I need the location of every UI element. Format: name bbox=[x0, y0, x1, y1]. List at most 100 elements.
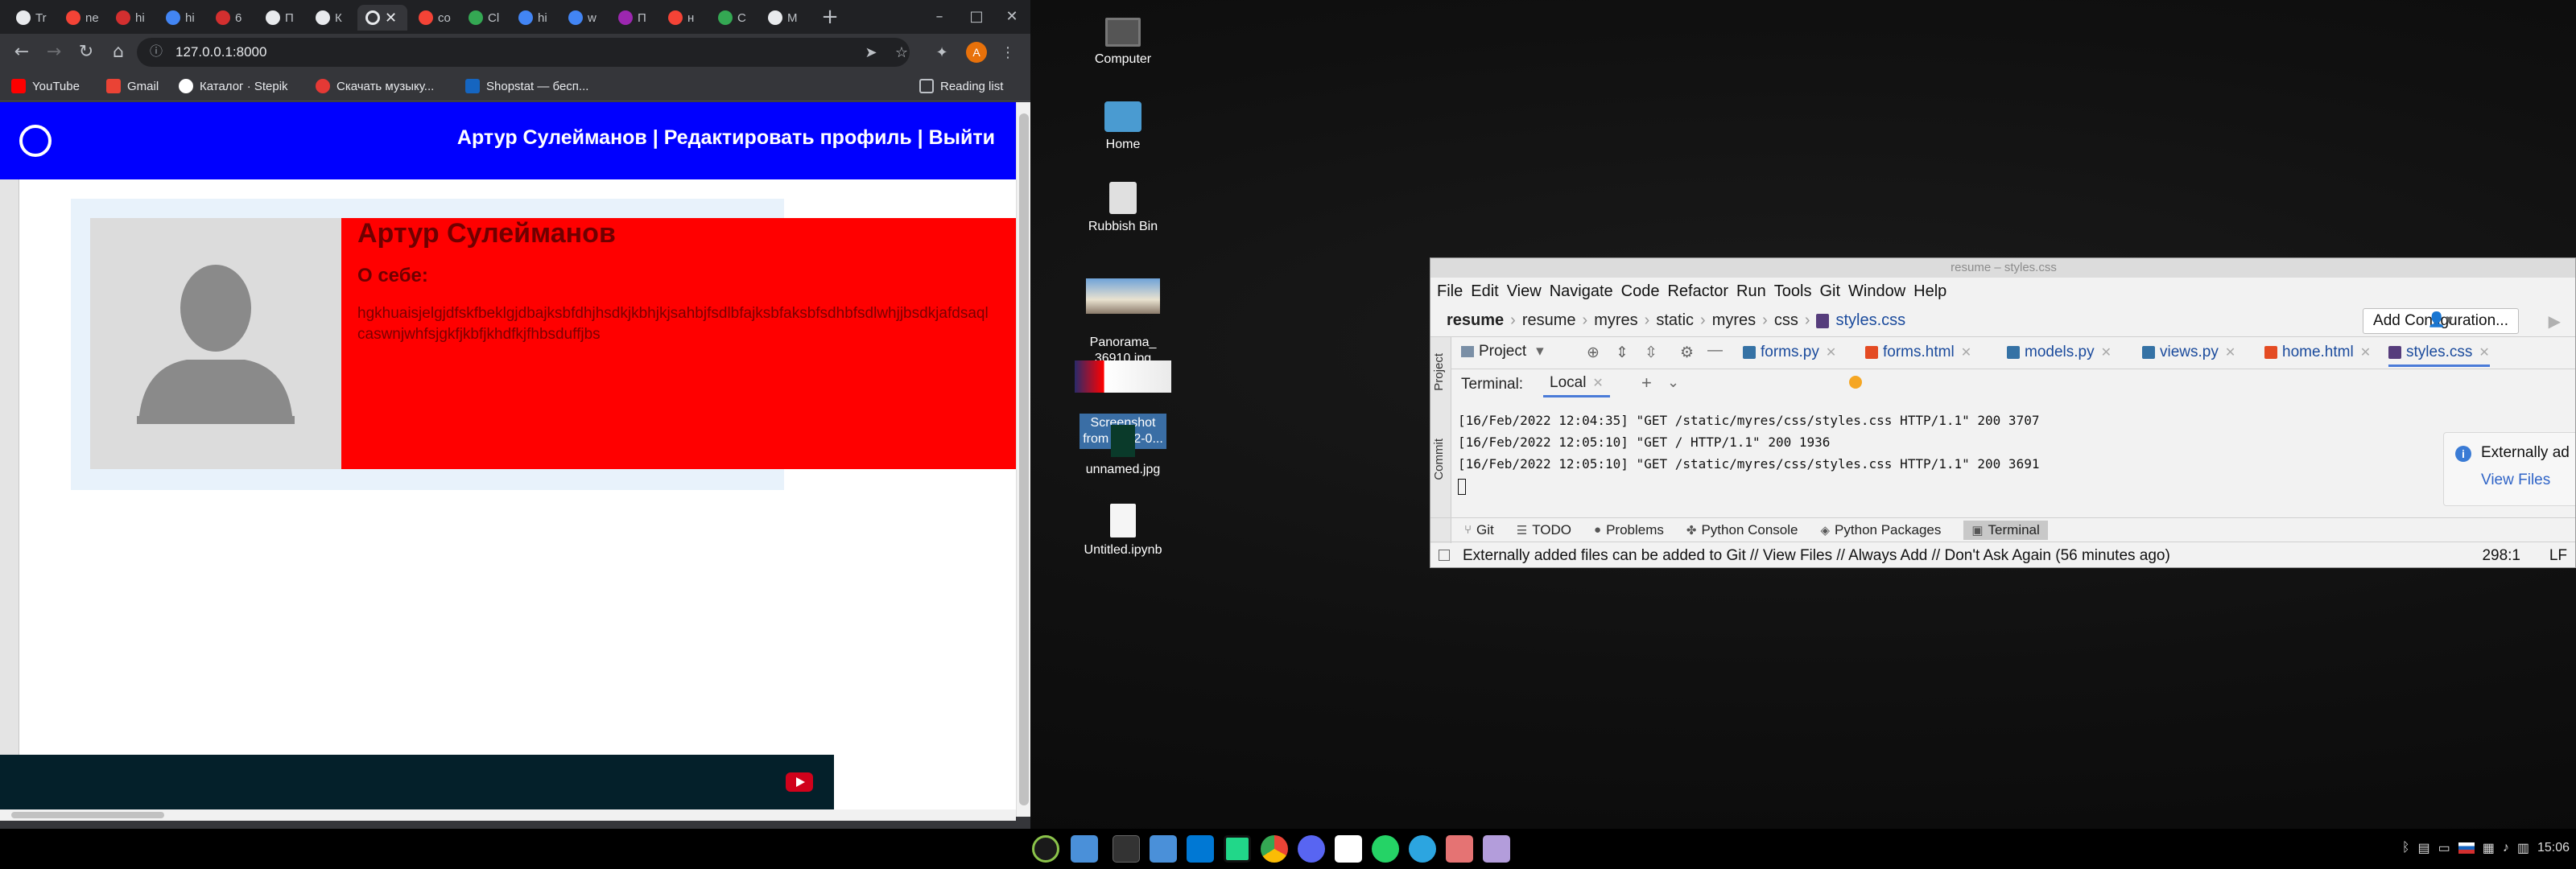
vertical-scrollbar[interactable] bbox=[1016, 102, 1030, 817]
new-tab-button[interactable]: + bbox=[818, 5, 842, 29]
menu-navigate[interactable]: Navigate bbox=[1550, 282, 1613, 301]
menu-view[interactable]: View bbox=[1507, 282, 1542, 301]
line-separator[interactable]: LF bbox=[2549, 547, 2567, 565]
profile-avatar[interactable]: A bbox=[966, 42, 987, 63]
scroll-thumb[interactable] bbox=[1019, 113, 1029, 805]
telegram-app-icon[interactable] bbox=[1409, 835, 1436, 863]
site-logo-icon[interactable] bbox=[19, 125, 52, 157]
battery-icon[interactable]: ▭ bbox=[2438, 840, 2450, 856]
browser-tab[interactable]: co bbox=[411, 5, 457, 31]
blank-app-icon[interactable] bbox=[1335, 835, 1362, 863]
bottom-tab-git[interactable]: ⑂ Git bbox=[1464, 522, 1494, 538]
site-info-icon[interactable]: ⓘ bbox=[150, 38, 163, 67]
menu-window[interactable]: Window bbox=[1848, 282, 1905, 301]
close-icon[interactable]: ✕ bbox=[2225, 344, 2235, 360]
image-viewer-app-icon[interactable] bbox=[1446, 835, 1473, 863]
browser-tab[interactable]: 6 bbox=[208, 5, 254, 31]
whatsapp-app-icon[interactable] bbox=[1372, 835, 1399, 863]
browser-tab[interactable]: C bbox=[710, 5, 757, 31]
bookmark-shopstat[interactable]: Shopstat — бесп... bbox=[465, 77, 588, 95]
menu-dots-icon[interactable]: ⋮ bbox=[998, 43, 1018, 63]
breadcrumb-item[interactable]: myres bbox=[1594, 311, 1637, 330]
browser-tab[interactable]: hi bbox=[510, 5, 557, 31]
tab-home-html[interactable]: home.html ✕ bbox=[2264, 344, 2371, 361]
menu-run[interactable]: Run bbox=[1736, 282, 1766, 301]
address-bar[interactable]: ⓘ 127.0.0.1:8000 bbox=[137, 38, 910, 67]
display-icon[interactable]: ▦ bbox=[2483, 840, 2495, 856]
network-icon[interactable]: ▤ bbox=[2417, 840, 2429, 856]
project-view-dropdown[interactable]: Project ▾ bbox=[1461, 342, 1544, 360]
desktop-icon-rubbish-bin[interactable]: Rubbish Bin bbox=[1075, 182, 1171, 235]
back-icon[interactable]: ← bbox=[10, 40, 34, 64]
extensions-icon[interactable]: ✦ bbox=[932, 43, 952, 63]
clock[interactable]: 15:06 bbox=[2537, 841, 2570, 855]
gear-icon[interactable]: ⚙ bbox=[1680, 344, 1694, 362]
chrome-app-icon[interactable] bbox=[1261, 835, 1288, 863]
browser-tab[interactable]: Cl bbox=[460, 5, 507, 31]
minimize-icon[interactable]: – bbox=[926, 5, 953, 29]
terminal-output[interactable]: [16/Feb/2022 12:04:35] "GET /static/myre… bbox=[1458, 410, 2182, 496]
scroll-thumb[interactable] bbox=[11, 812, 164, 818]
browser-tab[interactable]: К bbox=[308, 5, 354, 31]
terminal-app-icon[interactable] bbox=[1113, 835, 1140, 863]
chevron-down-icon[interactable]: ⌄ bbox=[1667, 374, 1679, 391]
view-files-link[interactable]: View Files bbox=[2481, 472, 2550, 489]
keyboard-layout-icon[interactable] bbox=[2458, 842, 2475, 854]
menu-refactor[interactable]: Refactor bbox=[1667, 282, 1728, 301]
tab-forms-html[interactable]: forms.html ✕ bbox=[1865, 344, 1971, 361]
notes-app-icon[interactable] bbox=[1483, 835, 1510, 863]
breadcrumb-item[interactable]: myres bbox=[1712, 311, 1756, 330]
files-app-icon[interactable] bbox=[1150, 835, 1177, 863]
close-icon[interactable]: ✕ bbox=[2360, 344, 2371, 360]
breadcrumb-item[interactable]: static bbox=[1656, 311, 1694, 330]
tab-styles-css[interactable]: styles.css ✕ bbox=[2388, 344, 2490, 367]
close-icon[interactable]: ✕ bbox=[1826, 344, 1836, 360]
close-icon[interactable]: ✕ bbox=[2101, 344, 2112, 360]
home-icon[interactable]: ⌂ bbox=[106, 40, 130, 64]
menu-tools[interactable]: Tools bbox=[1774, 282, 1812, 301]
discord-app-icon[interactable] bbox=[1298, 835, 1325, 863]
browser-tab[interactable]: M bbox=[760, 5, 807, 31]
add-terminal-icon[interactable]: + bbox=[1641, 373, 1652, 393]
account-icon[interactable]: 👤▾ bbox=[2428, 311, 2453, 328]
browser-tab-active[interactable]: ✕ bbox=[357, 5, 407, 31]
terminal-tab-local[interactable]: Local ✕ bbox=[1543, 374, 1610, 397]
breadcrumb-item[interactable]: css bbox=[1774, 311, 1798, 330]
menu-edit[interactable]: Edit bbox=[1471, 282, 1498, 301]
notification-balloon[interactable]: i Externally ad View Files bbox=[2443, 432, 2575, 506]
status-message[interactable]: Externally added files can be added to G… bbox=[1463, 547, 2170, 565]
menu-file[interactable]: File bbox=[1437, 282, 1463, 301]
desktop-icon-unnamed[interactable]: unnamed.jpg bbox=[1075, 425, 1171, 478]
browser-tab[interactable]: П bbox=[258, 5, 304, 31]
caret-position[interactable]: 298:1 bbox=[2482, 547, 2520, 565]
browser-tab[interactable]: П bbox=[610, 5, 657, 31]
lightbulb-icon[interactable] bbox=[1849, 376, 1862, 389]
start-menu-icon[interactable] bbox=[1032, 835, 1059, 863]
bookmark-youtube[interactable]: YouTube bbox=[11, 77, 80, 95]
tab-views-py[interactable]: views.py ✕ bbox=[2142, 344, 2235, 361]
maximize-icon[interactable]: □ bbox=[963, 5, 990, 29]
tab-models-py[interactable]: models.py ✕ bbox=[2007, 344, 2112, 361]
reading-list-button[interactable]: Reading list bbox=[919, 77, 1003, 95]
menu-git[interactable]: Git bbox=[1819, 282, 1840, 301]
browser-tab[interactable]: н bbox=[660, 5, 707, 31]
browser-tab[interactable]: ne bbox=[58, 5, 105, 31]
expand-icon[interactable]: ⇕ bbox=[1616, 344, 1629, 362]
side-tab-commit[interactable]: Commit bbox=[1432, 439, 1446, 480]
bottom-tab-python-packages[interactable]: ◈ Python Packages bbox=[1821, 522, 1942, 538]
side-tab-project[interactable]: Project bbox=[1432, 353, 1446, 391]
close-icon[interactable]: ✕ bbox=[1961, 344, 1971, 360]
breadcrumb-item[interactable]: resume bbox=[1447, 311, 1504, 330]
desktop-icon-computer[interactable]: Computer bbox=[1075, 18, 1171, 68]
browser-tab[interactable]: hi bbox=[108, 5, 155, 31]
site-nav[interactable]: Артур Сулейманов | Редактировать профиль… bbox=[457, 126, 995, 150]
horizontal-scrollbar[interactable] bbox=[0, 809, 1016, 821]
breadcrumb-item[interactable]: styles.css bbox=[1835, 311, 1905, 330]
show-desktop-icon[interactable] bbox=[1071, 835, 1098, 863]
youtube-icon[interactable] bbox=[786, 772, 813, 792]
desktop-icon-home[interactable]: Home bbox=[1075, 101, 1171, 153]
menu-code[interactable]: Code bbox=[1621, 282, 1660, 301]
close-icon[interactable]: ✕ bbox=[2479, 344, 2489, 360]
collapse-icon[interactable]: ⇳ bbox=[1645, 344, 1657, 362]
browser-tab[interactable]: w bbox=[560, 5, 607, 31]
